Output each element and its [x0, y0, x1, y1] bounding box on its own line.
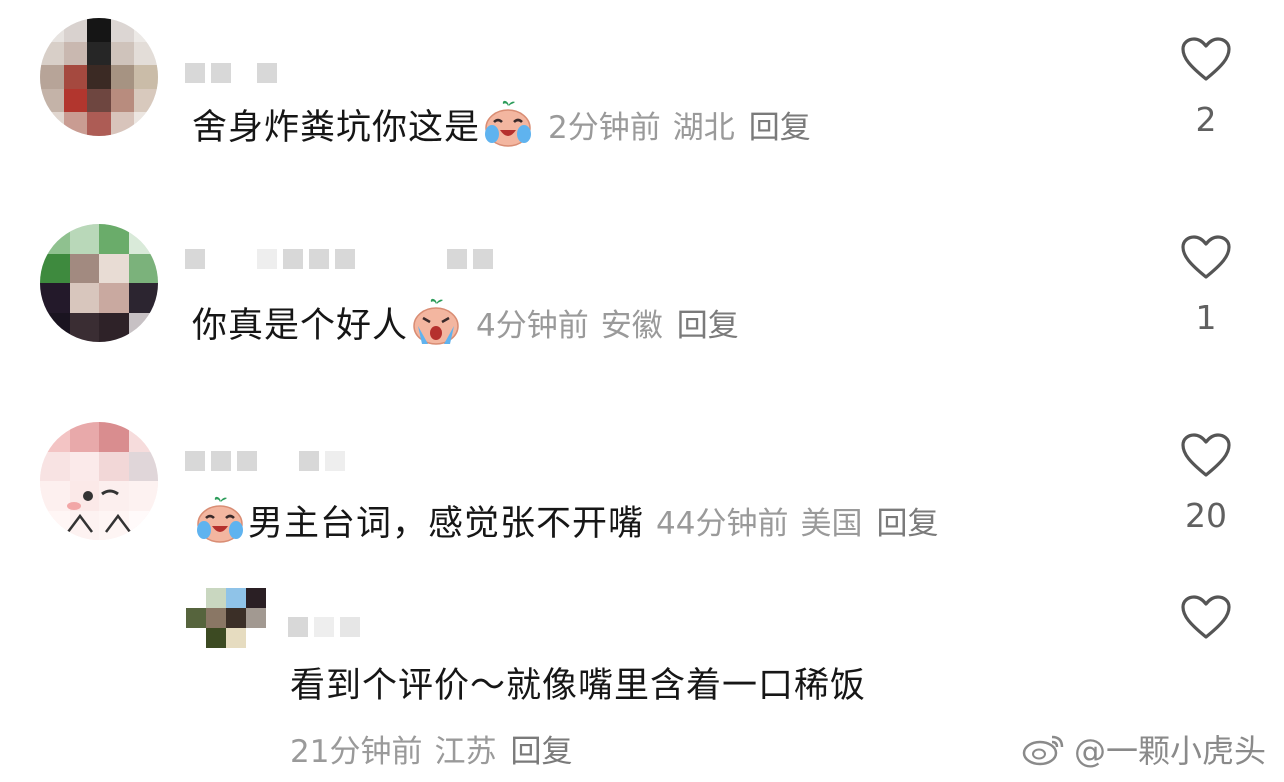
crying-laughing-face-emoji — [197, 496, 243, 543]
comment-content: 舍身炸粪坑你这是 2分钟前 湖北 回复 — [192, 92, 811, 156]
reply-button[interactable]: 回复 — [510, 726, 572, 771]
avatar[interactable] — [186, 588, 266, 668]
avatar[interactable] — [40, 18, 158, 136]
comment-location: 美国 — [800, 505, 863, 542]
username-masked[interactable] — [288, 616, 360, 638]
reply-button[interactable]: 回复 — [876, 498, 938, 543]
like-count: 20 — [1185, 496, 1227, 535]
crying-face-emoji — [413, 298, 459, 345]
comment-time: 44分钟前 — [656, 505, 789, 542]
watermark: @一颗小虎头 — [1022, 726, 1266, 772]
username-masked[interactable] — [185, 248, 493, 270]
like-count: 1 — [1195, 298, 1217, 337]
comment-time: 4分钟前 — [476, 307, 589, 344]
comment-location: 湖北 — [672, 109, 735, 146]
heart-outline-icon[interactable] — [1180, 36, 1232, 82]
cartoon-face-icon — [67, 489, 131, 533]
username-masked[interactable] — [185, 62, 277, 84]
comment-text: 你真是个好人 — [192, 305, 409, 346]
heart-outline-icon[interactable] — [1180, 432, 1232, 478]
avatar[interactable] — [40, 422, 158, 540]
heart-outline-icon[interactable] — [1180, 234, 1232, 280]
reply-meta: 21分钟前 江苏 回复 — [290, 724, 572, 772]
reply-time: 21分钟前 — [290, 733, 423, 770]
like-count — [1176, 658, 1236, 698]
comment-content: 你真是个好人 4分钟前 安徽 回复 — [192, 290, 739, 354]
comment-location: 安徽 — [600, 307, 663, 344]
username-masked[interactable] — [185, 450, 345, 472]
comment-item: 男主台词，感觉张不开嘴 44分钟前 美国 回复 20 — [0, 400, 1284, 580]
like-button[interactable] — [1176, 594, 1236, 698]
avatar[interactable] — [40, 224, 158, 342]
watermark-text: @一颗小虎头 — [1073, 732, 1266, 770]
reply-content: 看到个评价～就像嘴里含着一口稀饭 — [290, 652, 866, 712]
like-button[interactable]: 20 — [1176, 432, 1236, 536]
comment-content: 男主台词，感觉张不开嘴 44分钟前 美国 回复 — [192, 488, 938, 552]
weibo-logo-icon — [1022, 735, 1064, 766]
comment-text: 男主台词，感觉张不开嘴 — [248, 503, 645, 544]
comment-item: 舍身炸粪坑你这是 2分钟前 湖北 回复 2 — [0, 0, 1284, 200]
like-button[interactable]: 2 — [1176, 36, 1236, 140]
reply-location: 江苏 — [434, 733, 497, 770]
comment-time: 2分钟前 — [548, 109, 661, 146]
comment-item: 你真是个好人 4分钟前 安徽 回复 1 — [0, 200, 1284, 400]
crying-laughing-face-emoji — [485, 100, 532, 147]
reply-button[interactable]: 回复 — [677, 300, 739, 345]
reply-text: 看到个评价～就像嘴里含着一口稀饭 — [290, 665, 867, 706]
like-count: 2 — [1195, 100, 1217, 139]
reply-button[interactable]: 回复 — [749, 102, 811, 147]
comment-text: 舍身炸粪坑你这是 — [192, 107, 481, 148]
like-button[interactable]: 1 — [1176, 234, 1236, 338]
heart-outline-icon[interactable] — [1180, 594, 1232, 640]
